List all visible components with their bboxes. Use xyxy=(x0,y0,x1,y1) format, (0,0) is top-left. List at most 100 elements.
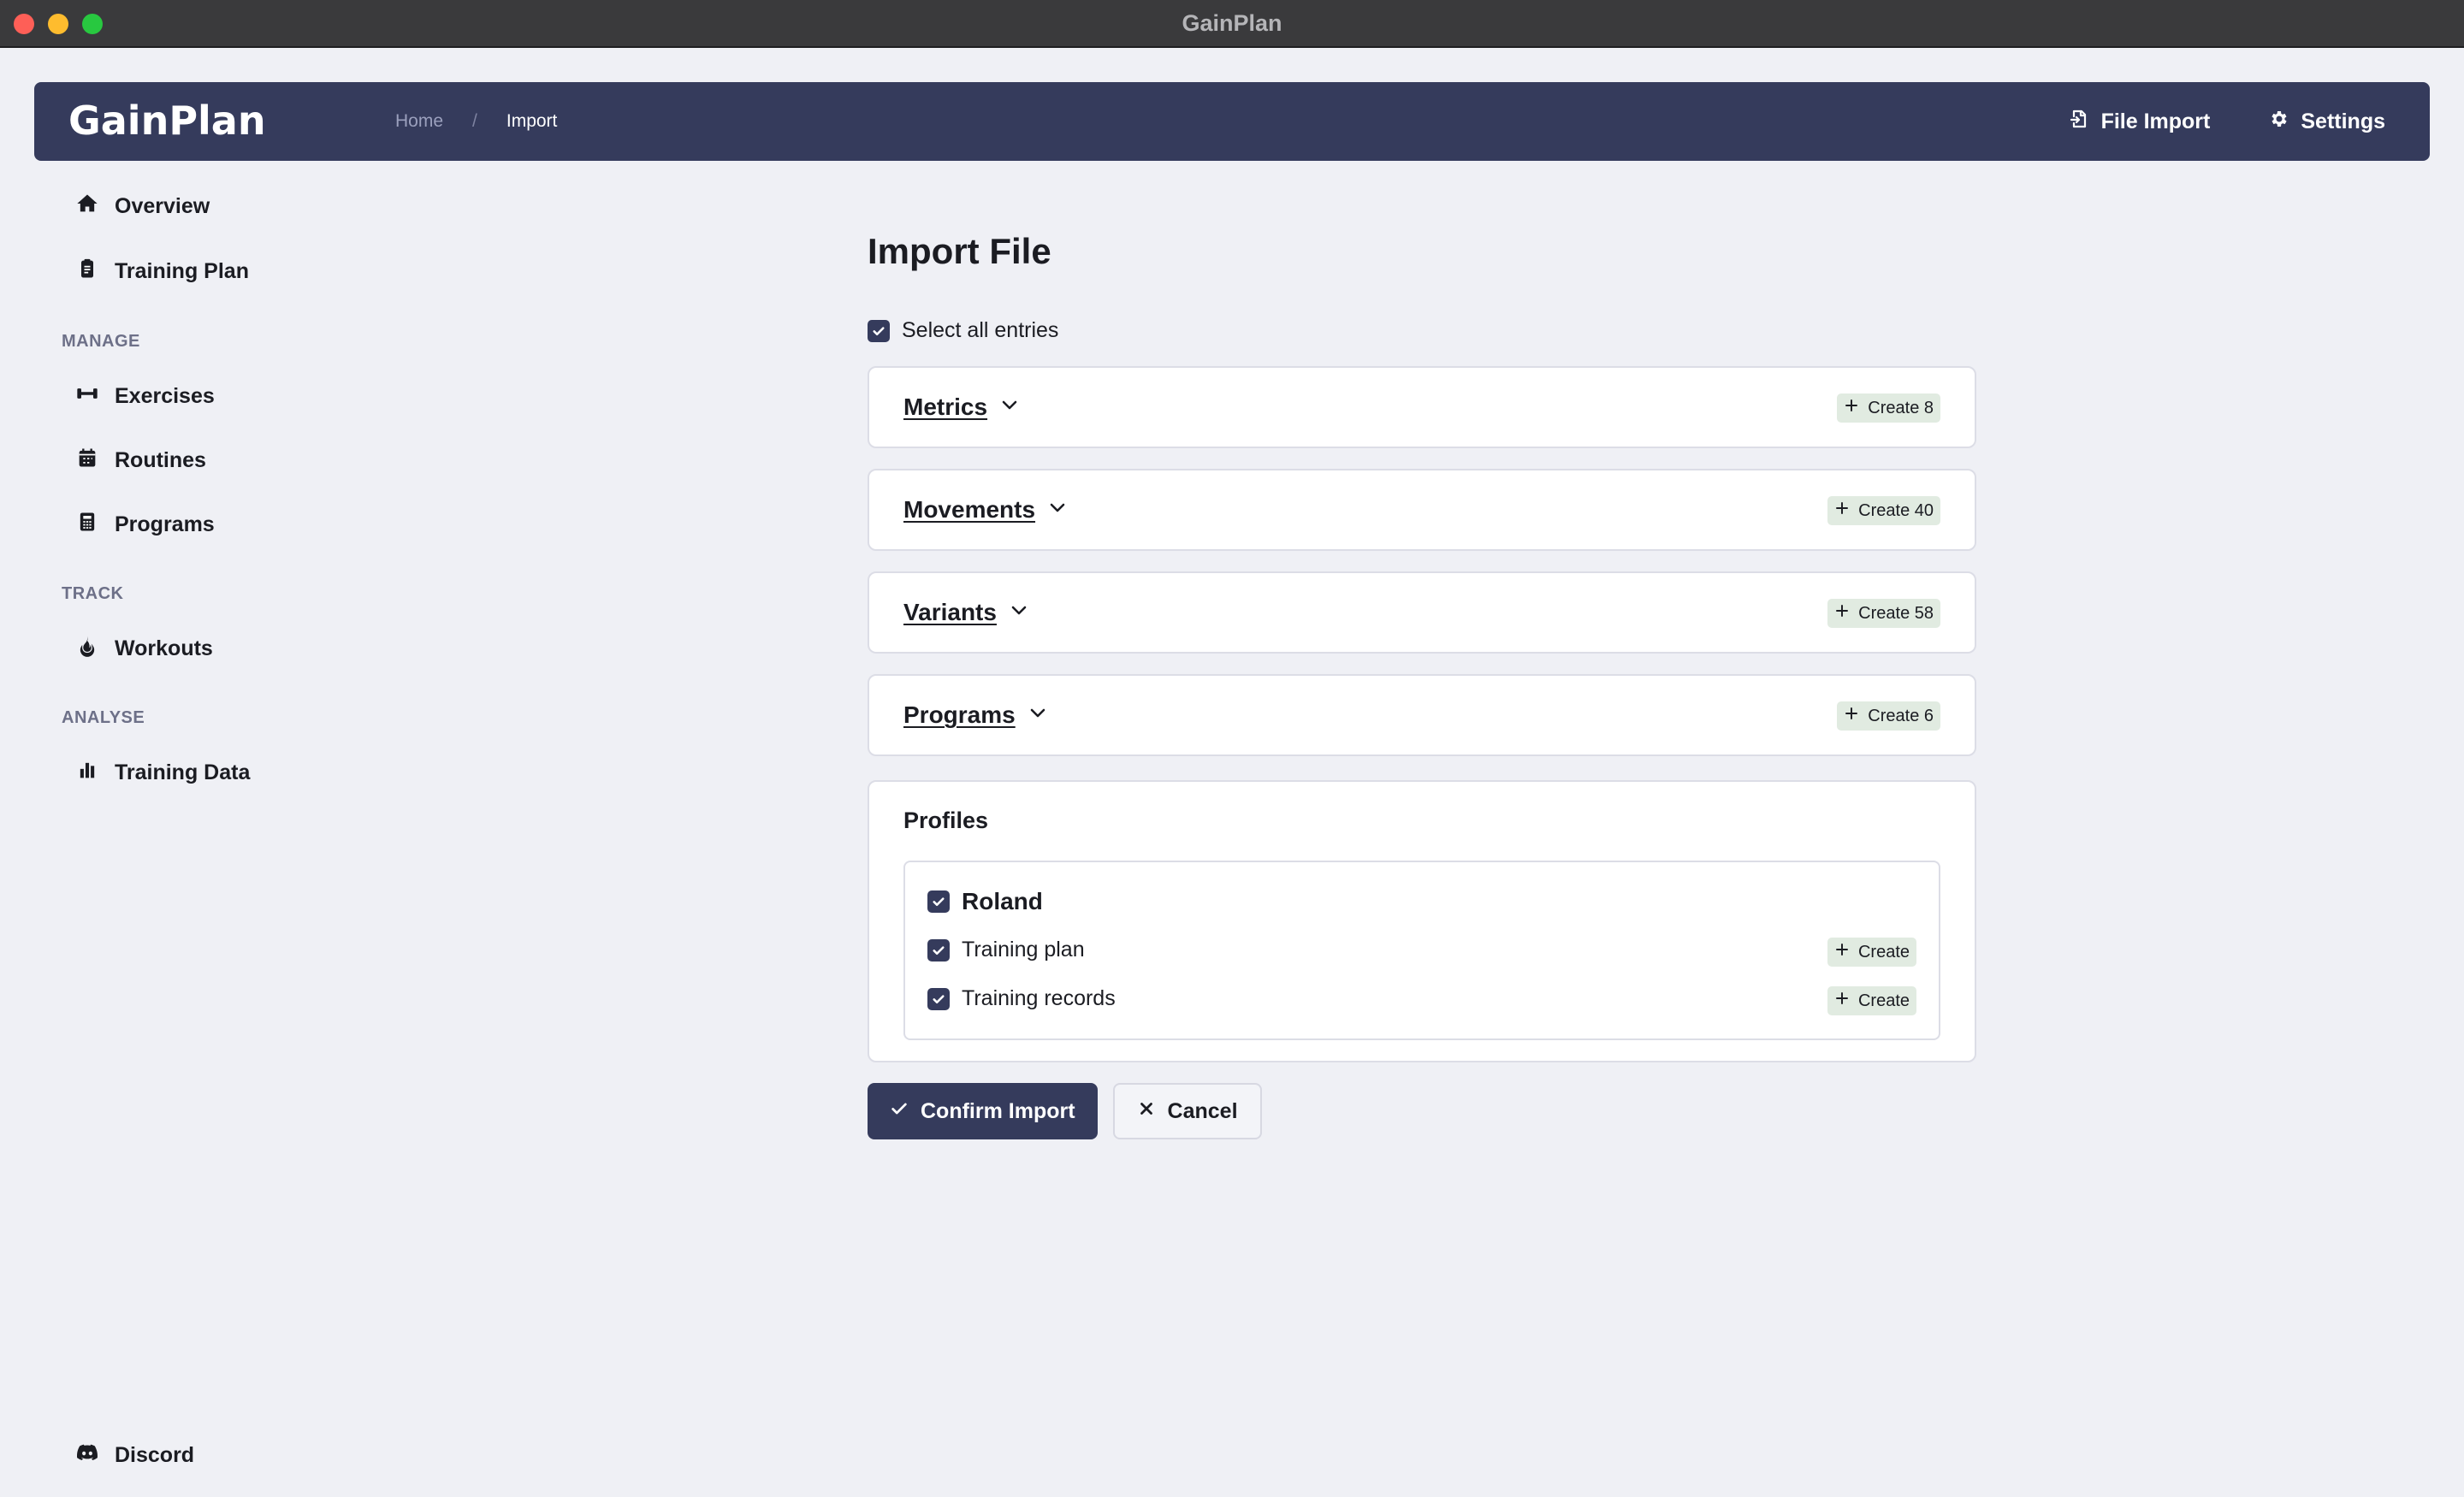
sidebar-item-overview[interactable]: Overview xyxy=(75,192,210,222)
plus-icon xyxy=(1834,991,1850,1011)
discord-icon xyxy=(75,1441,99,1470)
training-plan-label: Training plan xyxy=(962,938,1085,962)
sidebar-item-label: Workouts xyxy=(115,636,213,660)
sidebar-item-training-data[interactable]: Training Data xyxy=(75,758,250,788)
create-badge: Create xyxy=(1827,986,1916,1015)
sidebar-item-exercises[interactable]: Exercises xyxy=(75,382,215,411)
create-badge-label: Create xyxy=(1857,991,1910,1010)
section-movements: Movements Create 40 xyxy=(868,469,1976,551)
plus-icon xyxy=(1834,603,1850,624)
close-icon xyxy=(1137,1099,1156,1124)
settings-button[interactable]: Settings xyxy=(2268,109,2385,135)
sidebar-item-label: Training Data xyxy=(115,760,251,784)
flame-icon xyxy=(75,634,99,664)
breadcrumb: Home / Import xyxy=(395,82,557,161)
calculator-icon xyxy=(75,510,99,540)
profile-roland[interactable]: Roland xyxy=(927,888,1043,915)
select-all-label: Select all entries xyxy=(902,318,1059,342)
training-records-checkbox[interactable] xyxy=(927,987,950,1010)
plus-icon xyxy=(1844,398,1859,418)
window-title: GainPlan xyxy=(1182,9,1282,36)
sidebar-item-label: Programs xyxy=(115,512,215,536)
chevron-down-icon xyxy=(1009,599,1029,626)
chevron-down-icon xyxy=(999,393,1020,421)
top-navbar: GainPlan Home / Import File Import Setti… xyxy=(34,82,2430,161)
create-badge-label: Create 8 xyxy=(1868,398,1934,417)
section-metrics: Metrics Create 8 xyxy=(868,366,1976,448)
profiles-title: Profiles xyxy=(903,808,989,833)
section-title: Metrics xyxy=(903,393,988,420)
calendar-icon xyxy=(75,446,99,476)
page-title: Import File xyxy=(868,231,1051,271)
training-records-label: Training records xyxy=(962,986,1116,1010)
profile-training-plan[interactable]: Training plan xyxy=(927,938,1085,962)
section-title: Programs xyxy=(903,701,1016,728)
plus-icon xyxy=(1844,706,1859,726)
confirm-import-button[interactable]: Confirm Import xyxy=(868,1083,1098,1139)
plus-icon xyxy=(1834,942,1850,962)
cancel-label: Cancel xyxy=(1167,1098,1238,1123)
sidebar-item-programs[interactable]: Programs xyxy=(75,510,215,540)
sidebar-item-routines[interactable]: Routines xyxy=(75,446,206,476)
create-badge-label: Create 6 xyxy=(1868,706,1934,725)
sidebar-item-label: Discord xyxy=(115,1443,195,1467)
breadcrumb-separator: / xyxy=(472,111,477,131)
sidebar: Overview Training Plan MANAGE Exercises … xyxy=(62,180,421,1480)
section-programs: Programs Create 6 xyxy=(868,674,1976,756)
bar-chart-icon xyxy=(75,758,99,788)
sidebar-heading-track: TRACK xyxy=(62,584,124,603)
section-title: Movements xyxy=(903,496,1036,523)
sidebar-item-label: Routines xyxy=(115,448,206,472)
cancel-button[interactable]: Cancel xyxy=(1112,1083,1262,1139)
minimize-window-button[interactable] xyxy=(48,14,68,34)
profile-name: Roland xyxy=(962,888,1043,914)
section-toggle[interactable]: Movements xyxy=(903,496,1068,524)
select-all-checkbox[interactable] xyxy=(868,319,890,342)
dumbbell-icon xyxy=(75,382,99,411)
sidebar-item-training-plan[interactable]: Training Plan xyxy=(75,257,249,287)
section-title: Variants xyxy=(903,599,997,625)
sidebar-item-workouts[interactable]: Workouts xyxy=(75,634,213,664)
profile-checkbox[interactable] xyxy=(927,891,950,913)
create-badge-label: Create 40 xyxy=(1858,500,1934,520)
header-actions: File Import Settings xyxy=(2069,82,2385,161)
profile-training-records[interactable]: Training records xyxy=(927,986,1116,1011)
breadcrumb-home[interactable]: Home xyxy=(395,111,443,132)
sidebar-item-label: Overview xyxy=(115,194,210,218)
profile-card: Roland Training plan Create Training rec… xyxy=(903,861,1940,1040)
breadcrumb-current: Import xyxy=(506,111,558,131)
gear-icon xyxy=(2268,109,2289,135)
maximize-window-button[interactable] xyxy=(82,14,103,34)
create-badge: Create 58 xyxy=(1827,599,1940,628)
profiles-panel: Profiles Roland Training plan Create Tra… xyxy=(868,780,1976,1062)
sidebar-item-label: Exercises xyxy=(115,384,215,408)
sidebar-heading-manage: MANAGE xyxy=(62,332,140,351)
file-import-label: File Import xyxy=(2100,109,2211,133)
window-titlebar: GainPlan xyxy=(0,0,2464,48)
settings-label: Settings xyxy=(2301,109,2385,133)
app-logo[interactable]: GainPlan xyxy=(68,98,266,144)
section-variants: Variants Create 58 xyxy=(868,571,1976,654)
file-import-icon xyxy=(2069,109,2089,135)
file-import-button[interactable]: File Import xyxy=(2069,109,2211,135)
training-plan-checkbox[interactable] xyxy=(927,938,950,962)
sidebar-heading-analyse: ANALYSE xyxy=(62,708,145,727)
section-toggle[interactable]: Variants xyxy=(903,599,1029,626)
create-badge: Create xyxy=(1827,938,1916,967)
chevron-down-icon xyxy=(1028,701,1048,729)
select-all-entries[interactable]: Select all entries xyxy=(868,318,1058,343)
section-toggle[interactable]: Metrics xyxy=(903,393,1020,421)
section-toggle[interactable]: Programs xyxy=(903,701,1048,729)
check-icon xyxy=(890,1099,909,1124)
plus-icon xyxy=(1834,500,1850,521)
create-badge: Create 6 xyxy=(1837,701,1940,731)
create-badge-label: Create 58 xyxy=(1858,603,1934,623)
create-badge-label: Create xyxy=(1857,942,1910,962)
sidebar-item-label: Training Plan xyxy=(115,259,249,283)
close-window-button[interactable] xyxy=(14,14,34,34)
confirm-import-label: Confirm Import xyxy=(921,1098,1075,1123)
sidebar-item-discord[interactable]: Discord xyxy=(75,1441,194,1470)
form-actions: Confirm Import Cancel xyxy=(868,1083,1262,1139)
create-badge: Create 40 xyxy=(1827,496,1940,525)
clipboard-icon xyxy=(75,257,99,287)
